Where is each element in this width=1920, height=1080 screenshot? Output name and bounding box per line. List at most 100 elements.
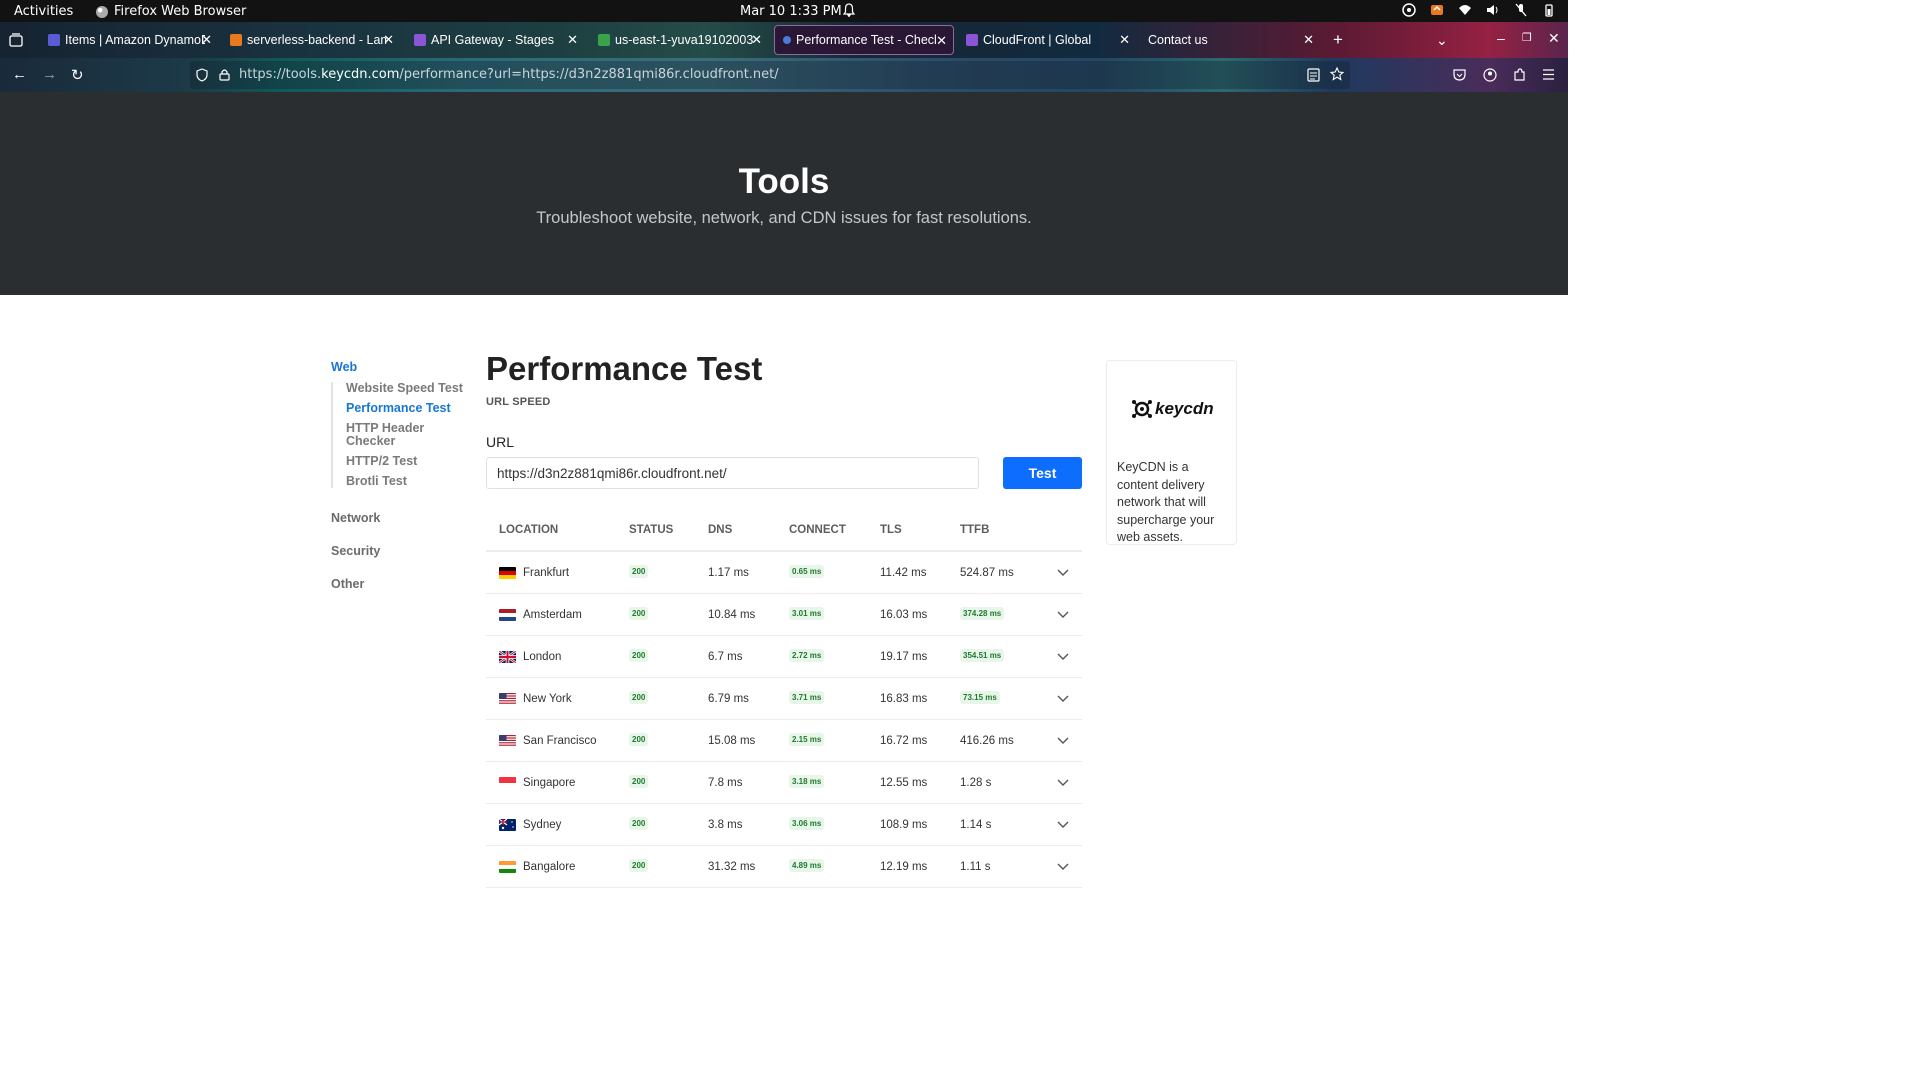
tab-overview-icon[interactable] (9, 33, 23, 47)
new-tab-button[interactable]: + (1333, 30, 1343, 50)
close-tab-icon[interactable]: ✕ (1119, 32, 1130, 48)
tracking-shield-icon[interactable] (196, 68, 208, 82)
connect-badge: 3.06 ms (789, 817, 825, 830)
close-tab-icon[interactable]: ✕ (383, 32, 394, 48)
sidebar-group-other[interactable]: Other (331, 577, 471, 591)
sidebar-item-http-header-checker[interactable]: HTTP Header Checker (346, 422, 441, 448)
flag-nl-icon (499, 609, 516, 621)
cell-status: 200 (629, 649, 649, 662)
sidebar-group-security[interactable]: Security (331, 544, 471, 558)
tab-api-gateway[interactable]: API Gateway - Stages ✕ (406, 25, 584, 55)
expand-chevron-icon[interactable] (1056, 733, 1070, 747)
expand-chevron-icon[interactable] (1056, 607, 1070, 621)
tab-cloudfront[interactable]: CloudFront | Global ✕ (958, 25, 1136, 55)
expand-chevron-icon[interactable] (1056, 649, 1070, 663)
reader-view-icon[interactable] (1307, 68, 1320, 82)
tab-strip: Items | Amazon DynamoDB ✕ serverless-bac… (0, 22, 1568, 58)
cell-tls: 12.19 ms (880, 861, 928, 873)
tab-lambda[interactable]: serverless-backend - Lambda ✕ (222, 25, 400, 55)
cell-connect: 3.71 ms (789, 691, 825, 704)
status-badge: 200 (629, 565, 649, 578)
cell-status: 200 (629, 733, 649, 746)
sidebar-web-submenu: Website Speed Test Performance Test HTTP… (331, 382, 471, 488)
account-icon[interactable] (1483, 68, 1497, 82)
cell-connect: 3.18 ms (789, 775, 825, 788)
list-tabs-chevron-icon[interactable]: ⌄ (1436, 32, 1448, 49)
close-tab-icon[interactable]: ✕ (567, 32, 578, 48)
keycdn-logo[interactable]: keycdn (1131, 398, 1214, 420)
url-text[interactable]: https://tools.keycdn.com/performance?url… (239, 67, 779, 82)
close-tab-icon[interactable]: ✕ (936, 33, 947, 49)
cell-status: 200 (629, 691, 649, 704)
cell-ttfb: 1.11 s (960, 861, 991, 873)
cell-connect: 2.15 ms (789, 733, 825, 746)
restore-window-button[interactable]: ❐ (1522, 31, 1532, 44)
close-tab-icon[interactable]: ✕ (201, 32, 212, 48)
table-row[interactable]: Sydney 200 3.8 ms 3.06 ms 108.9 ms 1.14 s (486, 804, 1082, 846)
expand-chevron-icon[interactable] (1056, 565, 1070, 579)
app-name: Firefox Web Browser (114, 4, 247, 19)
tab-s3-bucket[interactable]: us-east-1-yuva19102003 ✕ (590, 25, 768, 55)
activities-button[interactable]: Activities (14, 4, 73, 19)
cell-dns: 7.8 ms (708, 777, 743, 789)
pocket-icon[interactable] (1453, 68, 1466, 81)
cell-connect: 4.89 ms (789, 859, 825, 872)
tab-dynamodb[interactable]: Items | Amazon DynamoDB ✕ (40, 25, 218, 55)
app-menu[interactable]: Firefox Web Browser (96, 4, 246, 19)
sidebar-group-web[interactable]: Web (331, 360, 471, 374)
system-tray[interactable] (1402, 3, 1556, 17)
cell-ttfb: 374.28 ms (960, 607, 1005, 620)
expand-chevron-icon[interactable] (1056, 775, 1070, 789)
battery-icon (1545, 4, 1553, 17)
sidebar-item-performance-test[interactable]: Performance Test (346, 402, 471, 415)
bookmark-star-icon[interactable] (1330, 67, 1344, 81)
forward-button[interactable]: → (42, 66, 57, 83)
sidebar-item-http2-test[interactable]: HTTP/2 Test (346, 455, 471, 468)
expand-chevron-icon[interactable] (1056, 859, 1070, 873)
ttfb-badge: 354.51 ms (960, 649, 1005, 662)
table-row[interactable]: London 200 6.7 ms 2.72 ms 19.17 ms 354.51 ms (486, 636, 1082, 678)
sidebar-group-network[interactable]: Network (331, 511, 471, 525)
expand-chevron-icon[interactable] (1056, 817, 1070, 831)
connect-badge: 2.72 ms (789, 649, 825, 662)
hamburger-menu-icon[interactable] (1542, 68, 1555, 81)
notification-bell-icon[interactable] (843, 3, 855, 17)
sidebar-item-website-speed-test[interactable]: Website Speed Test (346, 382, 471, 395)
table-row[interactable]: San Francisco 200 15.08 ms 2.15 ms 16.72 ms 4… (486, 720, 1082, 762)
sidebar-item-brotli-test[interactable]: Brotli Test (346, 475, 471, 488)
url-input[interactable]: https://d3n2z881qmi86r.cloudfront.net/ (486, 457, 979, 489)
cell-dns: 6.79 ms (708, 693, 749, 705)
tab-contact-us[interactable]: Contact us ✕ (1140, 25, 1320, 55)
cell-location: San Francisco (523, 735, 597, 747)
hero-subtitle: Troubleshoot website, network, and CDN i… (536, 209, 1032, 227)
volume-icon (1487, 5, 1498, 15)
lock-icon[interactable] (219, 68, 230, 81)
keycdn-logo-icon (1132, 400, 1152, 418)
cell-dns: 15.08 ms (708, 735, 756, 747)
dynamodb-favicon-icon (48, 34, 60, 46)
table-row[interactable]: New York 200 6.79 ms 3.71 ms 16.83 ms 73.15 m… (486, 678, 1082, 720)
connect-badge: 3.01 ms (789, 607, 825, 620)
s3-favicon-icon (598, 34, 610, 46)
test-button[interactable]: Test (1003, 457, 1082, 489)
expand-chevron-icon[interactable] (1056, 691, 1070, 705)
close-window-button[interactable]: ✕ (1548, 30, 1560, 47)
connect-badge: 0.65 ms (789, 565, 825, 578)
clock[interactable]: Mar 10 1:33 PM (740, 4, 842, 19)
minimize-window-button[interactable]: – (1497, 30, 1505, 46)
close-tab-icon[interactable]: ✕ (751, 32, 762, 48)
tab-performance-test[interactable]: Performance Test - Check ✕ (774, 25, 954, 55)
cell-tls: 16.83 ms (880, 693, 928, 705)
table-row[interactable]: Frankfurt 200 1.17 ms 0.65 ms 11.42 ms 524.87… (486, 552, 1082, 594)
cell-tls: 12.55 ms (880, 777, 928, 789)
keycdn-brand-text: keycdn (1155, 399, 1214, 418)
flag-de-icon (499, 567, 516, 579)
table-row[interactable]: Bangalore 200 31.32 ms 4.89 ms 12.19 ms 1.11 … (486, 846, 1082, 888)
table-row[interactable]: Singapore 200 7.8 ms 3.18 ms 12.55 ms 1.28 s (486, 762, 1082, 804)
close-tab-icon[interactable]: ✕ (1303, 32, 1314, 48)
extensions-icon[interactable] (1513, 68, 1526, 81)
status-badge: 200 (629, 649, 649, 662)
back-button[interactable]: ← (12, 66, 27, 83)
table-row[interactable]: Amsterdam 200 10.84 ms 3.01 ms 16.03 ms 374.2… (486, 594, 1082, 636)
reload-button[interactable]: ↻ (71, 66, 84, 84)
